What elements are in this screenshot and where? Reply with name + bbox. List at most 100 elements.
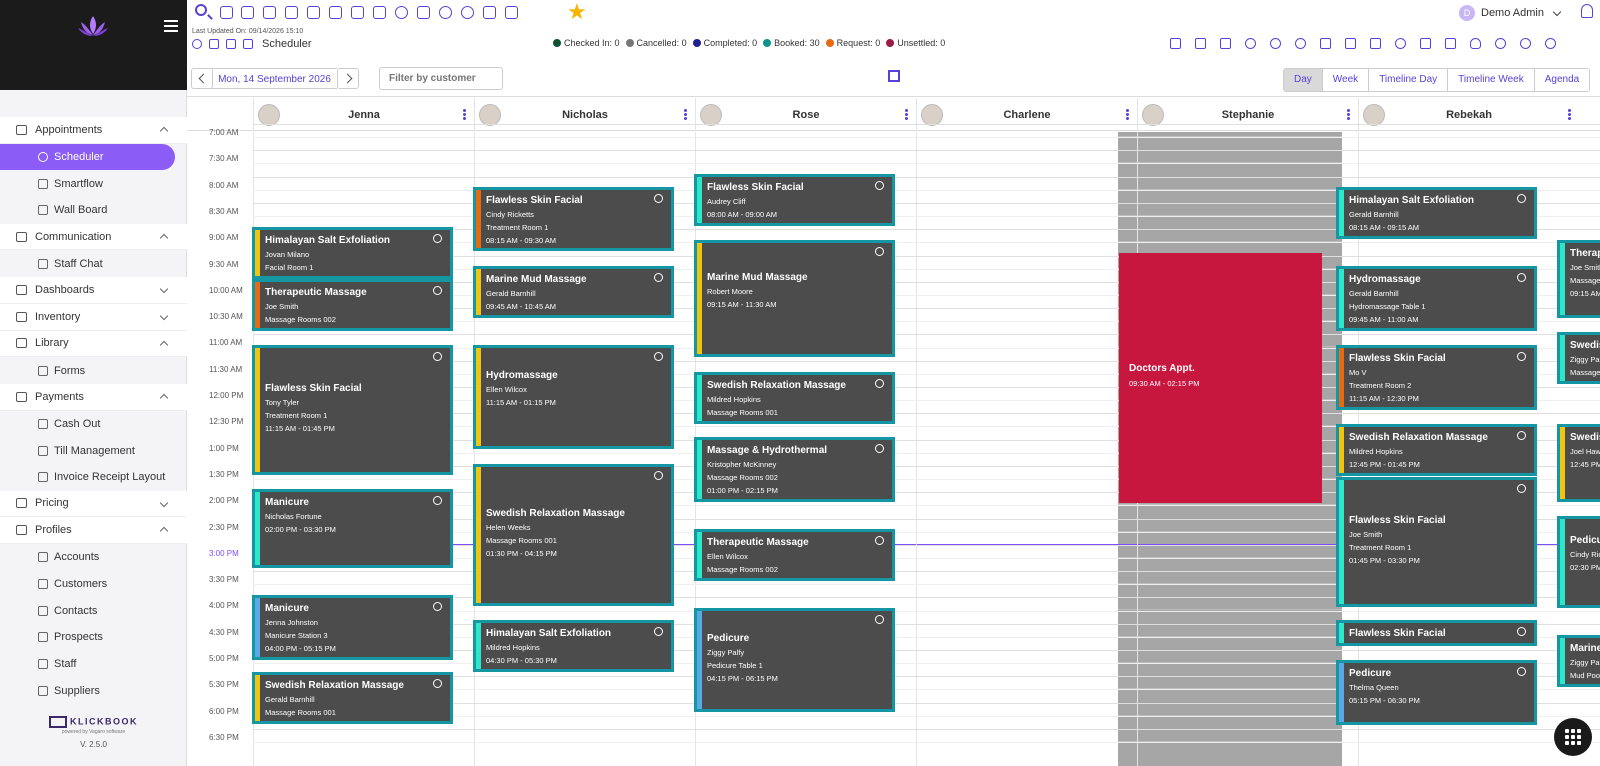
- messages-icon[interactable]: [505, 6, 518, 19]
- zoom-icon[interactable]: [1495, 38, 1506, 49]
- kebab-menu-icon[interactable]: [684, 109, 687, 120]
- kebab-menu-icon[interactable]: [1347, 109, 1350, 120]
- appointment-card[interactable]: Pedicure Ziggy Palfy Pedicure Table 1 04:15…: [694, 608, 895, 712]
- fullscreen-icon[interactable]: [888, 70, 900, 82]
- appointment-card[interactable]: Manicure Jenna Johnston Manicure Station 3…: [252, 595, 453, 660]
- sidebar-item-till-management[interactable]: Till Management: [0, 437, 187, 464]
- sidebar-section-payments[interactable]: Payments: [0, 383, 187, 411]
- accessibility-icon[interactable]: [1345, 38, 1356, 49]
- sidebar-item-forms[interactable]: Forms: [0, 357, 187, 384]
- sync-icon[interactable]: [1270, 38, 1281, 49]
- sidebar-section-library[interactable]: Library: [0, 330, 187, 358]
- staff-icon[interactable]: [263, 6, 276, 19]
- walk-in-icon[interactable]: [241, 6, 254, 19]
- sidebar-item-wall-board[interactable]: Wall Board: [0, 197, 187, 224]
- sidebar-item-cash-out[interactable]: Cash Out: [0, 411, 187, 438]
- appointment-card[interactable]: Flawless Skin Facial Mo V Treatment Room 2…: [1336, 345, 1537, 410]
- fire-icon[interactable]: [1470, 38, 1481, 49]
- sidebar-item-accounts[interactable]: Accounts: [0, 544, 187, 571]
- id-card-icon[interactable]: [483, 6, 496, 19]
- bell-icon[interactable]: [1581, 4, 1593, 18]
- appointment-card[interactable]: Flawless Skin Facial Cindy Ricketts Treatm…: [473, 187, 674, 251]
- appointment-card[interactable]: Swedish Relaxation Massage Mildred Hopkin…: [1336, 424, 1537, 476]
- clock-icon[interactable]: [395, 6, 408, 19]
- sidebar-section-inventory[interactable]: Inventory: [0, 303, 187, 331]
- appointment-card[interactable]: Flawless Skin Facial Audrey Cliff 08:00 AM…: [694, 174, 895, 226]
- sidebar-item-customers[interactable]: Customers: [0, 571, 187, 598]
- kebab-menu-icon[interactable]: [1126, 109, 1129, 120]
- appointment-card[interactable]: Swedish Relaxation Massage Ziggy Palfy Mas…: [1557, 332, 1600, 384]
- view-week[interactable]: Week: [1322, 69, 1370, 91]
- calendar-icon[interactable]: [373, 6, 386, 19]
- aperture-icon[interactable]: [1245, 38, 1256, 49]
- search-icon[interactable]: [195, 4, 207, 16]
- gear-icon[interactable]: [1395, 38, 1406, 49]
- sliders-icon[interactable]: [220, 6, 233, 19]
- appointment-card[interactable]: Therapeutic Massage Joe Smith Massage Room…: [1557, 240, 1600, 318]
- smiley-icon[interactable]: [461, 6, 474, 19]
- briefcase-icon[interactable]: [307, 6, 320, 19]
- refresh-icon[interactable]: [192, 39, 202, 49]
- sidebar-item-invoice-receipt-layout[interactable]: Invoice Receipt Layout: [0, 464, 187, 491]
- appointment-card[interactable]: Swedish Relaxation Massage Helen Weeks Mas…: [473, 464, 674, 606]
- kebab-menu-icon[interactable]: [905, 109, 908, 120]
- kebab-menu-icon[interactable]: [463, 109, 466, 120]
- sidebar-item-staff-chat[interactable]: Staff Chat: [0, 250, 187, 277]
- appointment-card[interactable]: Marine Mud Massage Robert Moore 09:15 AM -…: [694, 240, 895, 357]
- sidebar-section-dashboards[interactable]: Dashboards: [0, 277, 187, 304]
- wallet-icon[interactable]: [1420, 38, 1431, 49]
- appointment-card[interactable]: Flawless Skin Facial: [1336, 620, 1537, 646]
- appointment-card[interactable]: Therapeutic Massage Joe Smith Massage Room…: [252, 279, 453, 331]
- contact-book-icon[interactable]: [1170, 38, 1181, 49]
- appointment-card[interactable]: Himalayan Salt Exfoliation Gerald Barnhil…: [1336, 187, 1537, 239]
- view-agenda[interactable]: Agenda: [1534, 69, 1590, 91]
- help-icon[interactable]: [1545, 38, 1556, 49]
- appointment-card[interactable]: Swedish Relaxation Massage Gerald Barnhil…: [252, 672, 453, 724]
- link-icon[interactable]: [351, 6, 364, 19]
- list-view-icon[interactable]: [1370, 38, 1381, 49]
- star-icon[interactable]: ★: [567, 0, 587, 24]
- view-timeline-week[interactable]: Timeline Week: [1448, 69, 1535, 91]
- forward-icon[interactable]: [243, 39, 253, 49]
- appointment-card[interactable]: Pedicure Thelma Queen 05:15 PM - 06:30 PM: [1336, 660, 1537, 725]
- appointment-card[interactable]: Swedish Relaxation Massage Mildred Hopkin…: [694, 372, 895, 424]
- appointment-card[interactable]: Himalayan Salt Exfoliation Mildred Hopkin…: [473, 620, 674, 672]
- view-day[interactable]: Day: [1284, 69, 1323, 91]
- view-timeline-day[interactable]: Timeline Day: [1369, 69, 1449, 91]
- money-icon[interactable]: [329, 6, 342, 19]
- kebab-menu-icon[interactable]: [1568, 109, 1571, 120]
- appointment-card[interactable]: Pedicure Cindy Ricketts 02:30 PM - 04:15 P…: [1557, 516, 1600, 608]
- apps-fab-button[interactable]: [1554, 718, 1592, 756]
- appointment-card[interactable]: Flawless Skin Facial Joe Smith Treatment R…: [1336, 477, 1537, 607]
- apps-icon[interactable]: [285, 6, 298, 19]
- sidebar-section-pricing[interactable]: Pricing: [0, 490, 187, 518]
- hamburger-menu-icon[interactable]: [164, 20, 178, 32]
- appointment-card[interactable]: Swedish Relaxation Massage Joel Haworth 12…: [1557, 424, 1600, 502]
- pen-icon[interactable]: [1220, 38, 1231, 49]
- sidebar-section-profiles[interactable]: Profiles: [0, 517, 187, 544]
- palette-icon[interactable]: [439, 6, 452, 19]
- sidebar-item-smartflow[interactable]: Smartflow: [0, 170, 187, 197]
- appointment-card[interactable]: Therapeutic Massage Ellen Wilcox Massage R…: [694, 529, 895, 581]
- user-menu[interactable]: D Demo Admin: [1459, 5, 1562, 21]
- filter-by-customer-input[interactable]: [379, 67, 503, 90]
- sidebar-item-contacts[interactable]: Contacts: [0, 597, 187, 624]
- sidebar-item-prospects[interactable]: Prospects: [0, 624, 187, 651]
- appointment-card[interactable]: Marine Mud Massage Ziggy Palfy Mud Pool 3: [1557, 635, 1600, 687]
- copy-icon[interactable]: [1445, 38, 1456, 49]
- sidebar-item-staff[interactable]: Staff: [0, 651, 187, 678]
- sidebar-item-scheduler[interactable]: Scheduler: [0, 143, 175, 171]
- current-date[interactable]: Mon, 14 September 2026: [212, 68, 337, 89]
- sidebar-section-appointments[interactable]: Appointments: [0, 117, 187, 144]
- appointment-card[interactable]: Hydromassage Ellen Wilcox 11:15 AM - 01:15…: [473, 345, 674, 449]
- appointment-card[interactable]: Manicure Nicholas Fortune 02:00 PM - 03:30…: [252, 489, 453, 568]
- appointment-card[interactable]: Massage & Hydrothermal Kristopher McKinne…: [694, 437, 895, 502]
- time-icon[interactable]: [1520, 38, 1531, 49]
- list-icon[interactable]: [417, 6, 430, 19]
- sidebar-section-communication[interactable]: Communication: [0, 223, 187, 251]
- previous-day-button[interactable]: [191, 68, 213, 89]
- appointment-card[interactable]: Himalayan Salt Exfoliation Jovan Milano Fa…: [252, 227, 453, 279]
- next-day-button[interactable]: [337, 68, 359, 89]
- calendar-picker-icon[interactable]: [226, 39, 236, 49]
- appointment-card[interactable]: Flawless Skin Facial Tony Tyler Treatment …: [252, 345, 453, 475]
